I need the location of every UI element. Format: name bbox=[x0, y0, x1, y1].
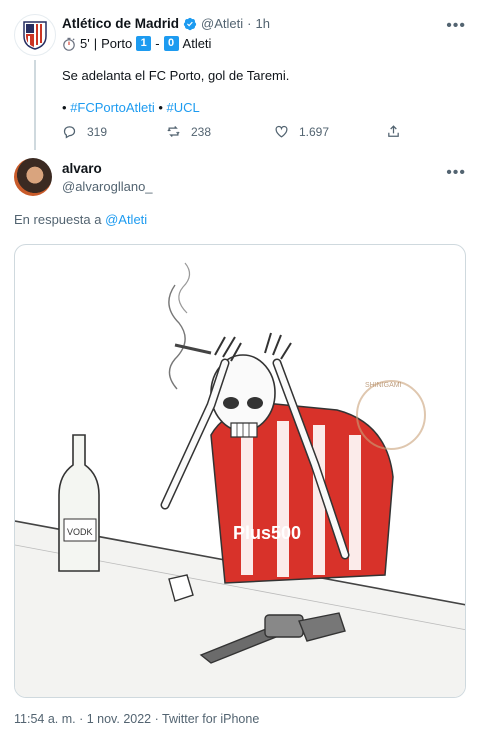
in-reply-handle-link[interactable]: @Atleti bbox=[105, 212, 147, 227]
verified-badge-icon bbox=[183, 17, 197, 30]
stamp-text: SHINIGAMI bbox=[365, 382, 402, 389]
club-avatar[interactable] bbox=[14, 14, 56, 56]
away-score: 0 bbox=[163, 36, 179, 51]
retweet-icon bbox=[167, 126, 180, 137]
tweet-header: Atlético de Madrid @Atleti · 1h bbox=[62, 16, 270, 31]
share-button[interactable] bbox=[386, 124, 401, 139]
retweet-button[interactable]: 238 bbox=[166, 124, 211, 139]
like-count: 1.697 bbox=[299, 124, 330, 139]
reply-timestamp[interactable]: 11:54 a. m. · 1 nov. 2022 · Twitter for … bbox=[14, 712, 259, 726]
reply-count: 319 bbox=[87, 124, 108, 139]
home-score: 1 bbox=[136, 36, 152, 51]
more-options-icon[interactable]: ••• bbox=[446, 18, 466, 34]
reply-author-name[interactable]: alvaro bbox=[62, 161, 102, 176]
heart-icon bbox=[275, 125, 288, 138]
more-options-icon[interactable]: ••• bbox=[446, 165, 466, 181]
separator-dot: · bbox=[247, 16, 252, 31]
stopwatch-icon bbox=[63, 37, 75, 51]
time-ago[interactable]: 1h bbox=[255, 16, 269, 31]
thread-connector bbox=[34, 60, 36, 150]
like-button[interactable]: 1.697 bbox=[274, 124, 329, 139]
match-minute: 5' bbox=[80, 36, 90, 51]
bottle-label-text: VODK bbox=[67, 527, 93, 537]
in-reply-prefix: En respuesta a bbox=[14, 212, 102, 227]
atletico-crest-icon bbox=[23, 21, 47, 50]
home-team: Porto bbox=[101, 36, 133, 51]
author-name[interactable]: Atlético de Madrid bbox=[62, 16, 179, 31]
skeleton-meme-illustration: Plus500 SHINIGAMI VODK bbox=[15, 262, 465, 697]
hashtag-link[interactable]: #UCL bbox=[167, 100, 200, 115]
hashtag-link[interactable]: #FCPortoAtleti bbox=[70, 100, 155, 115]
share-icon bbox=[388, 125, 399, 137]
tweet-text: Se adelanta el FC Porto, gol de Taremi. bbox=[62, 68, 290, 83]
in-reply-to-line: En respuesta a @Atleti bbox=[14, 212, 147, 227]
author-handle[interactable]: @Atleti bbox=[201, 16, 243, 31]
score-separator: - bbox=[155, 36, 160, 51]
bullet: • bbox=[158, 100, 163, 115]
match-score-line: 5' | Porto 1-0 Atleti bbox=[62, 36, 211, 51]
bullet: • bbox=[62, 100, 67, 115]
retweet-count: 238 bbox=[191, 124, 212, 139]
reply-button[interactable]: 319 bbox=[62, 124, 107, 139]
reply-image[interactable]: Plus500 SHINIGAMI VODK bbox=[14, 244, 466, 698]
away-team: Atleti bbox=[182, 36, 212, 51]
user-avatar[interactable] bbox=[14, 158, 52, 196]
tweet-actions: 319 238 1.697 bbox=[62, 124, 412, 142]
reply-author-handle[interactable]: @alvarogllano_ bbox=[62, 179, 153, 194]
match-divider: | bbox=[93, 36, 98, 51]
reply-icon bbox=[63, 126, 76, 139]
hashtag-line: • #FCPortoAtleti • #UCL bbox=[62, 100, 200, 115]
shirt-sponsor-text: Plus500 bbox=[233, 523, 301, 543]
